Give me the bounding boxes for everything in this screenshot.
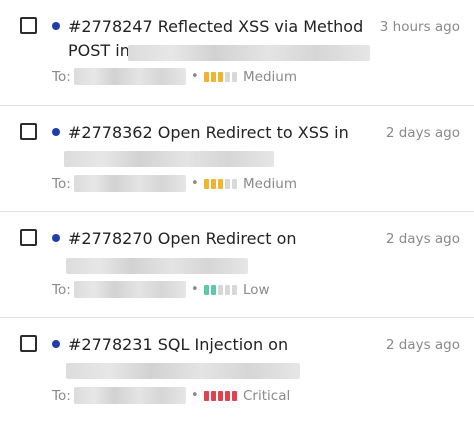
unread-dot [52, 22, 60, 30]
separator-dot: • [191, 282, 199, 297]
redacted-title-text [66, 258, 248, 274]
select-checkbox[interactable] [20, 229, 37, 246]
to-label: To: [52, 388, 71, 404]
select-checkbox[interactable] [20, 17, 37, 34]
severity-label: Medium [243, 69, 297, 85]
unread-dot [52, 128, 60, 136]
severity-bar [232, 285, 237, 295]
severity-indicator: Medium [204, 68, 297, 86]
list-item[interactable]: #2778362 Open Redirect to XSS in 2 days … [0, 106, 474, 212]
report-time: 2 days ago [385, 231, 460, 247]
severity-label: Critical [243, 388, 291, 404]
severity-bar [232, 72, 237, 82]
redacted-title-text [64, 151, 274, 167]
severity-bars [204, 72, 237, 82]
to-label: To: [52, 282, 71, 298]
to-label: To: [52, 69, 71, 85]
severity-bars [204, 285, 237, 295]
separator-dot: • [191, 69, 199, 84]
severity-bar [225, 179, 230, 189]
severity-bars [204, 391, 237, 401]
severity-bar [204, 285, 209, 295]
unread-dot [52, 340, 60, 348]
list-item[interactable]: #2778231 SQL Injection on 2 days ago To:… [0, 318, 474, 424]
report-time: 2 days ago [385, 125, 460, 141]
report-time: 3 hours ago [379, 19, 460, 35]
severity-bar [204, 391, 209, 401]
severity-indicator: Low [204, 281, 270, 299]
severity-bar [211, 285, 216, 295]
report-time: 2 days ago [385, 337, 460, 353]
redacted-recipient [74, 175, 186, 192]
list-item[interactable]: #2778247 Reflected XSS via Method 3 hour… [0, 0, 474, 106]
report-title[interactable]: #2778270 Open Redirect on [68, 228, 297, 250]
list-item[interactable]: #2778270 Open Redirect on 2 days ago To:… [0, 212, 474, 318]
severity-bar [204, 179, 209, 189]
severity-bar [225, 72, 230, 82]
report-title[interactable]: #2778362 Open Redirect to XSS in [68, 122, 349, 144]
report-list: #2778247 Reflected XSS via Method 3 hour… [0, 0, 474, 421]
severity-bar [211, 72, 216, 82]
redacted-recipient [74, 281, 186, 298]
severity-bar [218, 391, 223, 401]
severity-bar [232, 391, 237, 401]
severity-bar [211, 179, 216, 189]
report-title-continued[interactable]: POST in [68, 40, 130, 62]
severity-bar [225, 391, 230, 401]
severity-bar [218, 179, 223, 189]
severity-bar [204, 72, 209, 82]
redacted-recipient [74, 387, 186, 404]
severity-indicator: Medium [204, 175, 297, 193]
severity-bar [225, 285, 230, 295]
select-checkbox[interactable] [20, 335, 37, 352]
separator-dot: • [191, 176, 199, 191]
severity-bars [204, 179, 237, 189]
unread-dot [52, 234, 60, 242]
report-title[interactable]: #2778231 SQL Injection on [68, 334, 288, 356]
severity-bar [218, 285, 223, 295]
select-checkbox[interactable] [20, 123, 37, 140]
to-label: To: [52, 176, 71, 192]
severity-indicator: Critical [204, 387, 290, 405]
redacted-recipient [74, 68, 186, 85]
report-title[interactable]: #2778247 Reflected XSS via Method [68, 16, 363, 38]
severity-bar [218, 72, 223, 82]
severity-label: Medium [243, 176, 297, 192]
severity-bar [211, 391, 216, 401]
separator-dot: • [191, 388, 199, 403]
redacted-title-text [128, 45, 370, 61]
severity-bar [232, 179, 237, 189]
severity-label: Low [243, 282, 270, 298]
redacted-title-text [66, 363, 300, 379]
